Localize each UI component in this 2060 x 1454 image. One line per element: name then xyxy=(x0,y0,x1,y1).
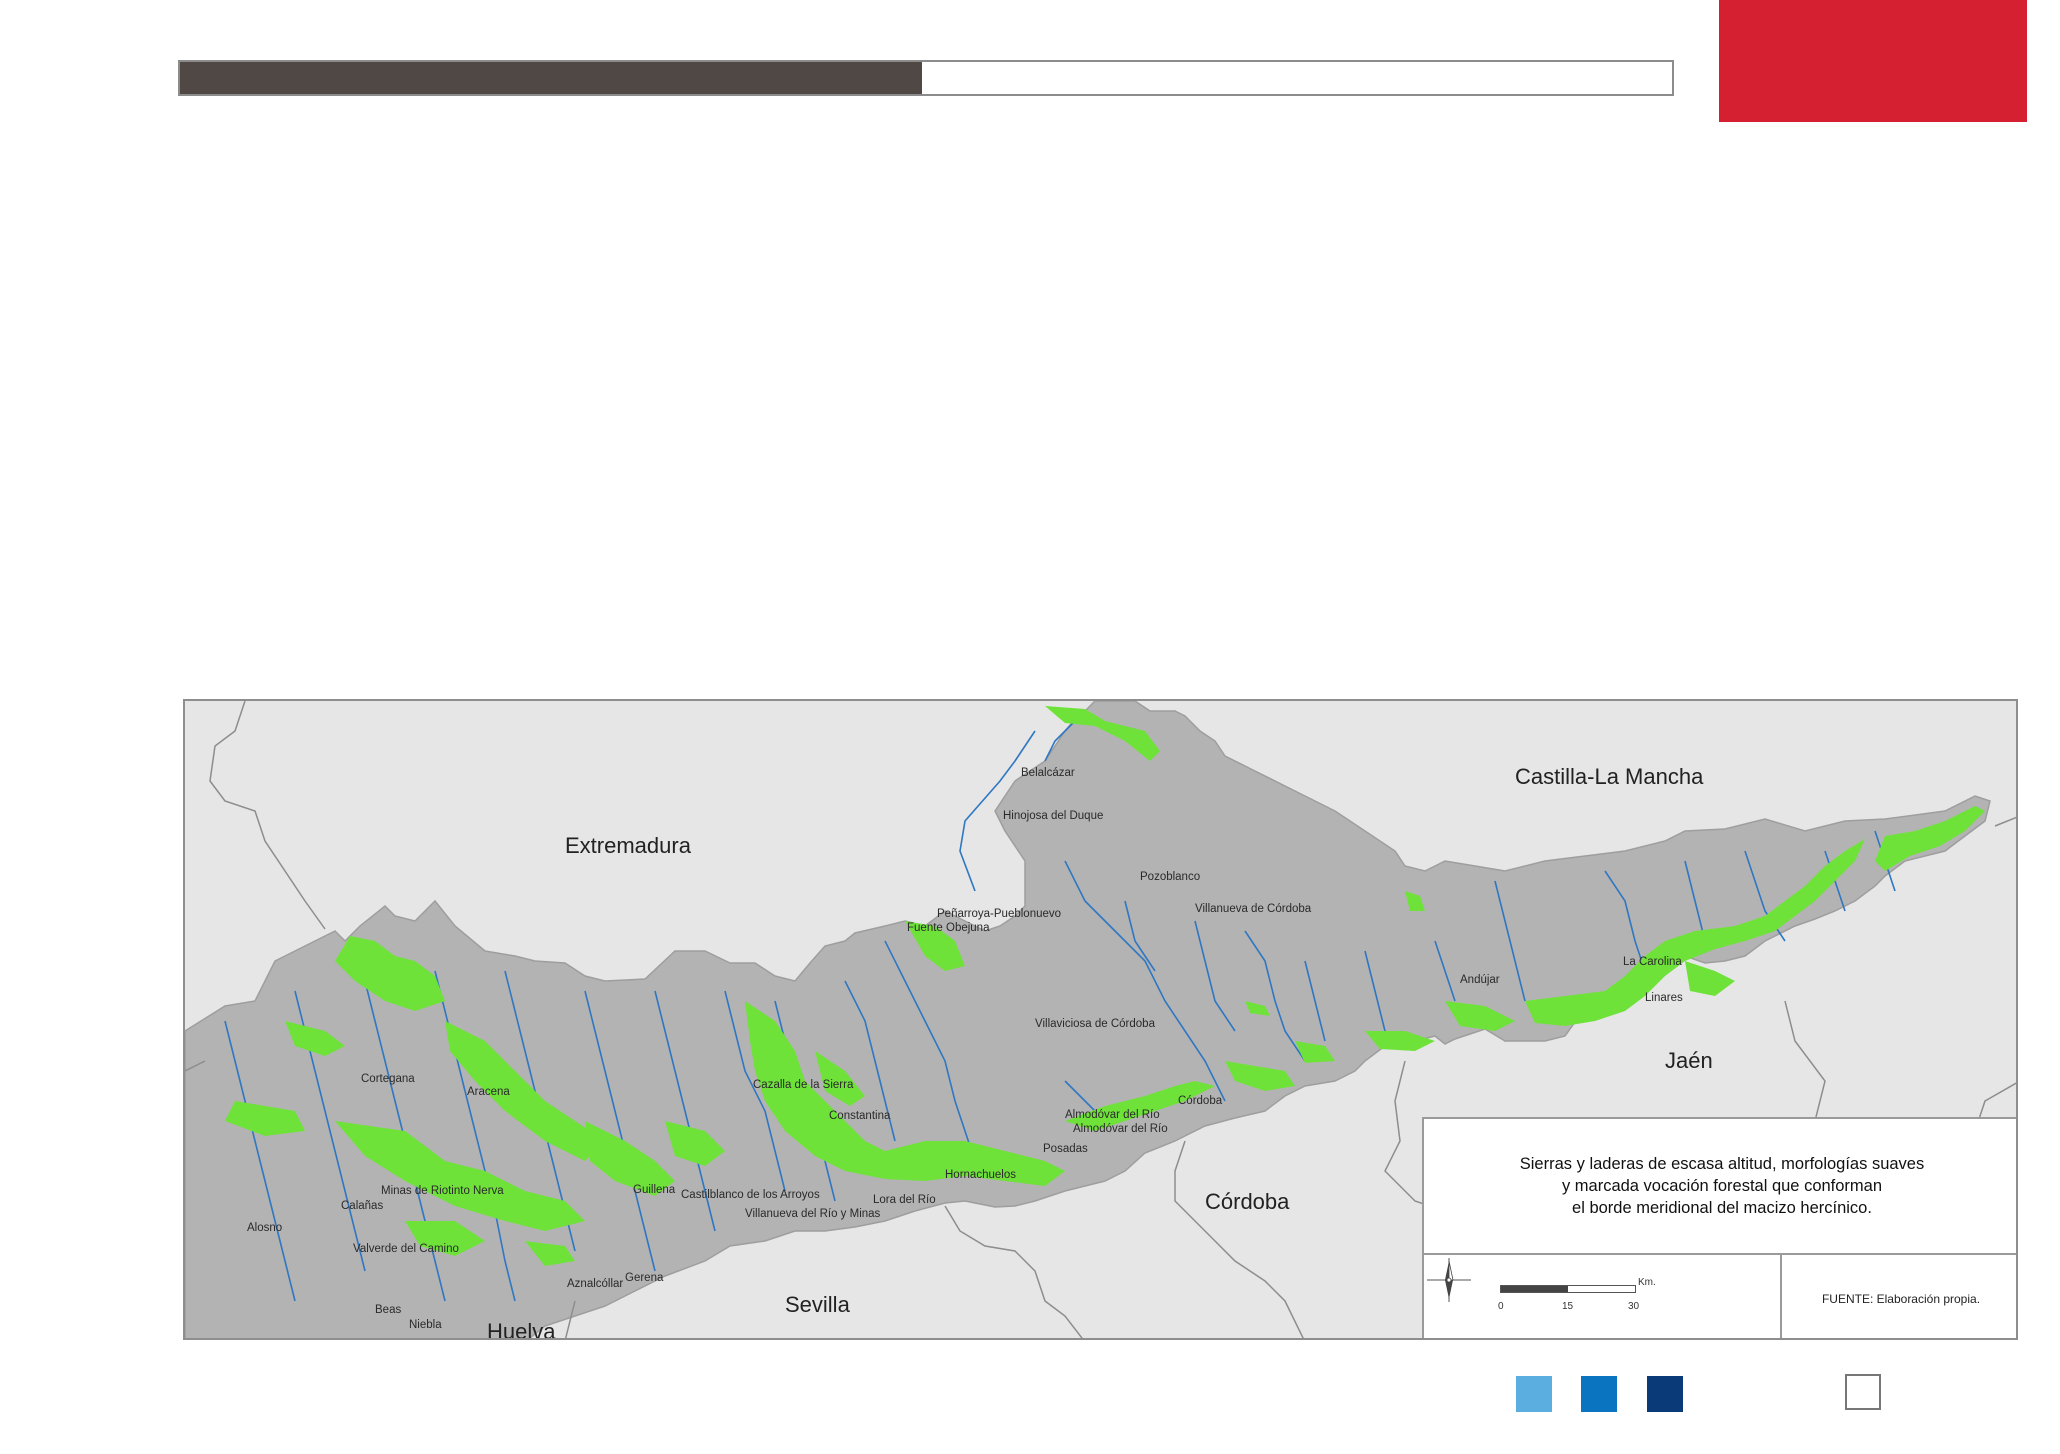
scale-unit-label: Km. xyxy=(1638,1277,1656,1288)
town-label: Cortegana xyxy=(361,1073,415,1085)
town-label: Villanueva de Córdoba xyxy=(1195,903,1312,915)
source-note: FUENTE: Elaboración propia. xyxy=(1821,1291,1981,1306)
scale-bar-panel: Km. 0 15 30 xyxy=(1424,1255,1782,1338)
town-label: Lora del Río xyxy=(873,1194,936,1206)
town-label: Aracena xyxy=(467,1086,510,1098)
town-label: Belalcázar xyxy=(1021,767,1075,779)
progress-bar xyxy=(178,60,1674,96)
region-label-sevilla: Sevilla xyxy=(785,1292,851,1317)
town-label: Nerva xyxy=(473,1185,504,1197)
town-label: Minas de Riotinto xyxy=(381,1185,470,1197)
town-label: Peñarroya-Pueblonuevo xyxy=(937,908,1061,920)
color-swatch xyxy=(1581,1376,1617,1412)
town-label: Fuente Obejuna xyxy=(907,922,990,934)
region-label-extremadura: Extremadura xyxy=(565,833,692,858)
town-label: Guillena xyxy=(633,1184,676,1196)
town-label: Cazalla de la Sierra xyxy=(753,1079,854,1091)
accent-block xyxy=(1719,0,2027,122)
scale-tick-label: 15 xyxy=(1562,1301,1574,1312)
region-label-castilla: Castilla-La Mancha xyxy=(1515,764,1704,789)
town-label: Aznalcóllar xyxy=(567,1278,623,1290)
town-label: Villaviciosa de Córdoba xyxy=(1035,1018,1156,1030)
page-box xyxy=(1845,1374,1881,1410)
town-label: Almodóvar del Río xyxy=(1065,1109,1160,1121)
north-arrow-icon xyxy=(1427,1258,1471,1302)
town-label: Córdoba xyxy=(1178,1095,1223,1107)
town-label: Constantina xyxy=(829,1110,891,1122)
color-swatch xyxy=(1647,1376,1683,1412)
region-label-huelva: Huelva xyxy=(487,1319,556,1340)
town-label: Hornachuelos xyxy=(945,1169,1016,1181)
town-label: Beas xyxy=(375,1304,401,1316)
map-legend: Sierras y laderas de escasa altitud, mor… xyxy=(1422,1117,2016,1338)
region-label-jaen: Jaén xyxy=(1665,1048,1713,1073)
scale-tick-label: 0 xyxy=(1498,1301,1504,1312)
town-label: Villanueva del Río y Minas xyxy=(745,1208,881,1220)
region-label-cordoba: Córdoba xyxy=(1205,1189,1290,1214)
town-label: Linares xyxy=(1645,992,1683,1004)
scale-tick-label: 30 xyxy=(1628,1301,1640,1312)
town-label: Alosno xyxy=(247,1222,282,1234)
scale-bar xyxy=(1500,1285,1636,1293)
legend-description-line: Sierras y laderas de escasa altitud, mor… xyxy=(1519,1155,1925,1173)
legend-description-line: el borde meridional del macizo hercínico… xyxy=(1572,1199,1872,1217)
town-label: Almodóvar del Río xyxy=(1073,1123,1168,1135)
town-label: Calañas xyxy=(341,1200,383,1212)
town-label: Gerena xyxy=(625,1272,664,1284)
town-label: Niebla xyxy=(409,1319,442,1331)
town-label: Andújar xyxy=(1460,974,1500,986)
legend-description: Sierras y laderas de escasa altitud, mor… xyxy=(1424,1119,2016,1255)
color-swatch xyxy=(1516,1376,1552,1412)
town-label: Valverde del Camino xyxy=(353,1243,459,1255)
town-label: Hinojosa del Duque xyxy=(1003,810,1103,822)
legend-description-line: y marcada vocación forestal que conforma… xyxy=(1561,1177,1883,1195)
town-label: Pozoblanco xyxy=(1140,871,1200,883)
map-figure: Extremadura Castilla-La Mancha Jaén Córd… xyxy=(183,699,2018,1340)
town-label: La Carolina xyxy=(1623,956,1682,968)
town-label: Castilblanco de los Arroyos xyxy=(681,1189,820,1201)
town-label: Posadas xyxy=(1043,1143,1088,1155)
progress-bar-fill xyxy=(180,62,922,94)
